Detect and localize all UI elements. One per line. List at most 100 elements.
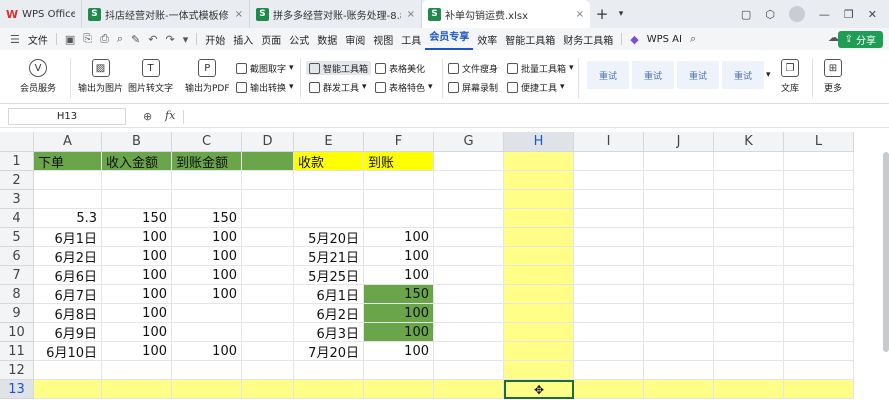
cell-E3[interactable] — [294, 190, 364, 209]
tab-pinduoduo[interactable]: S 拼多多经营对账-账务处理-8.8.xlsx × — [250, 0, 422, 28]
cell-L9[interactable] — [784, 304, 854, 323]
batch-tools-button[interactable]: 批量工具箱 ▾ — [507, 61, 574, 75]
member-service-button[interactable]: V 会员服务 — [20, 59, 56, 94]
menu-insert[interactable]: 插入 — [229, 32, 257, 47]
restore-icon[interactable]: ❐ — [844, 8, 854, 21]
cell-F2[interactable] — [364, 171, 434, 190]
preview-icon[interactable]: ⌕ — [113, 32, 127, 46]
cell-C10[interactable] — [172, 323, 242, 342]
cell-B11[interactable]: 100 — [102, 342, 172, 361]
cell-E6[interactable]: 5月21日 — [294, 247, 364, 266]
cell-A1[interactable]: 下单 — [34, 152, 102, 171]
cell-L13[interactable] — [784, 380, 854, 399]
name-box[interactable]: H13 — [8, 108, 126, 125]
cell-J12[interactable] — [644, 361, 714, 380]
cell-G5[interactable] — [434, 228, 504, 247]
cell-C12[interactable] — [172, 361, 242, 380]
cell-K3[interactable] — [714, 190, 784, 209]
screenshot-text-button[interactable]: 截图取字 ▾ — [236, 61, 294, 75]
column-header-G[interactable]: G — [434, 132, 504, 152]
cell-J6[interactable] — [644, 247, 714, 266]
cell-C5[interactable]: 100 — [172, 228, 242, 247]
cell-F11[interactable]: 100 — [364, 342, 434, 361]
fx-icon[interactable]: fx — [165, 109, 175, 122]
cell-F8[interactable]: 150 — [364, 285, 434, 304]
style-sample-3[interactable]: 重试 — [677, 61, 719, 89]
cell-F10[interactable]: 100 — [364, 323, 434, 342]
cell-I10[interactable] — [574, 323, 644, 342]
cell-E8[interactable]: 6月1日 — [294, 285, 364, 304]
cell-E7[interactable]: 5月25日 — [294, 266, 364, 285]
select-all-corner[interactable] — [0, 132, 34, 152]
cell-F3[interactable] — [364, 190, 434, 209]
cell-D10[interactable] — [242, 323, 294, 342]
print-icon[interactable]: ⎙ — [96, 32, 113, 46]
column-header-F[interactable]: F — [364, 132, 434, 152]
cell-C1[interactable]: 到账金额 — [172, 152, 242, 171]
row-header-5[interactable]: 5 — [0, 228, 34, 247]
cell-B9[interactable]: 100 — [102, 304, 172, 323]
style-sample-2[interactable]: 重试 — [632, 61, 674, 89]
cell-K2[interactable] — [714, 171, 784, 190]
cell-A2[interactable] — [34, 171, 102, 190]
export-pdf-button[interactable]: P 输出为PDF — [185, 59, 230, 94]
cell-K10[interactable] — [714, 323, 784, 342]
cell-I4[interactable] — [574, 209, 644, 228]
export-image-button[interactable]: ▨ 输出为图片 — [78, 59, 123, 94]
cell-J13[interactable] — [644, 380, 714, 399]
cell-I12[interactable] — [574, 361, 644, 380]
cell-A11[interactable]: 6月10日 — [34, 342, 102, 361]
cell-C11[interactable]: 100 — [172, 342, 242, 361]
cell-K12[interactable] — [714, 361, 784, 380]
cell-H3[interactable] — [504, 190, 574, 209]
cell-D9[interactable] — [242, 304, 294, 323]
cell-K4[interactable] — [714, 209, 784, 228]
cell-L1[interactable] — [784, 152, 854, 171]
cell-K7[interactable] — [714, 266, 784, 285]
menu-smart-toolbox[interactable]: 智能工具箱 — [501, 32, 559, 47]
smart-toolbox-button[interactable]: 智能工具箱 — [306, 61, 372, 75]
tab-active-sheet[interactable]: S 补单勾销运费.xlsx × — [422, 0, 590, 28]
format-painter-icon[interactable]: ✎ — [127, 33, 144, 46]
cell-H7[interactable] — [504, 266, 574, 285]
cell-H5[interactable] — [504, 228, 574, 247]
cell-G4[interactable] — [434, 209, 504, 228]
avatar[interactable] — [788, 6, 805, 22]
cell-D4[interactable] — [242, 209, 294, 228]
layout-icon[interactable]: ▢ — [741, 8, 751, 21]
cell-D6[interactable] — [242, 247, 294, 266]
cell-G3[interactable] — [434, 190, 504, 209]
cell-A7[interactable]: 6月6日 — [34, 266, 102, 285]
cell-G9[interactable] — [434, 304, 504, 323]
column-header-J[interactable]: J — [644, 132, 714, 152]
cell-I1[interactable] — [574, 152, 644, 171]
redo-icon[interactable]: ↷ — [162, 33, 179, 46]
column-header-L[interactable]: L — [784, 132, 854, 152]
menu-file[interactable]: 文件 — [24, 32, 52, 47]
cell-F6[interactable]: 100 — [364, 247, 434, 266]
row-header-4[interactable]: 4 — [0, 209, 34, 228]
cell-E1[interactable]: 收款 — [294, 152, 364, 171]
library-button[interactable]: ❐ 文库 — [781, 59, 799, 94]
cell-F4[interactable] — [364, 209, 434, 228]
cell-J8[interactable] — [644, 285, 714, 304]
menu-tools[interactable]: 工具 — [397, 32, 425, 47]
cell-D1[interactable] — [242, 152, 294, 171]
row-header-13[interactable]: 13 — [0, 380, 34, 399]
cell-K5[interactable] — [714, 228, 784, 247]
cell-C3[interactable] — [172, 190, 242, 209]
cell-A12[interactable] — [34, 361, 102, 380]
cell-J7[interactable] — [644, 266, 714, 285]
zoom-icon[interactable]: ⊕ — [143, 110, 152, 123]
cell-D2[interactable] — [242, 171, 294, 190]
cell-L7[interactable] — [784, 266, 854, 285]
cell-H12[interactable] — [504, 361, 574, 380]
cell-G6[interactable] — [434, 247, 504, 266]
cell-J2[interactable] — [644, 171, 714, 190]
row-header-11[interactable]: 11 — [0, 342, 34, 361]
cell-I9[interactable] — [574, 304, 644, 323]
cell-L4[interactable] — [784, 209, 854, 228]
share-button[interactable]: ⇪ 分享 — [837, 31, 883, 48]
close-icon[interactable]: × — [235, 9, 243, 20]
cell-F5[interactable]: 100 — [364, 228, 434, 247]
